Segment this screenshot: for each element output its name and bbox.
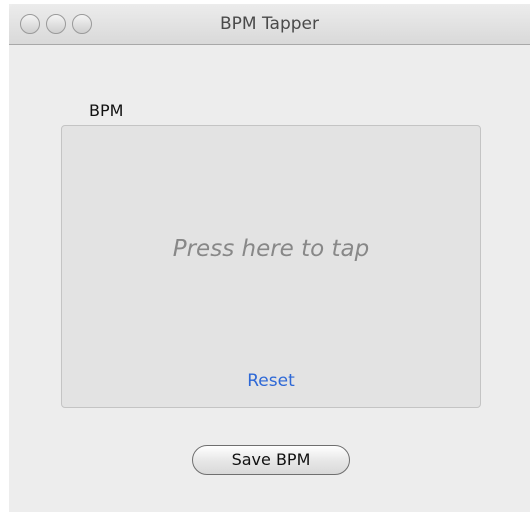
tap-hint-text: Press here to tap <box>172 236 370 262</box>
tap-area[interactable]: Press here to tap Reset <box>61 125 481 408</box>
window-title: BPM Tapper <box>219 14 319 34</box>
title-bar[interactable]: BPM Tapper <box>9 4 530 45</box>
reset-link[interactable]: Reset <box>62 371 480 391</box>
app-window: BPM Tapper BPM Press here to tap Reset S… <box>9 4 530 512</box>
bpm-label: BPM <box>89 101 124 120</box>
save-bpm-button[interactable]: Save BPM <box>192 445 350 475</box>
